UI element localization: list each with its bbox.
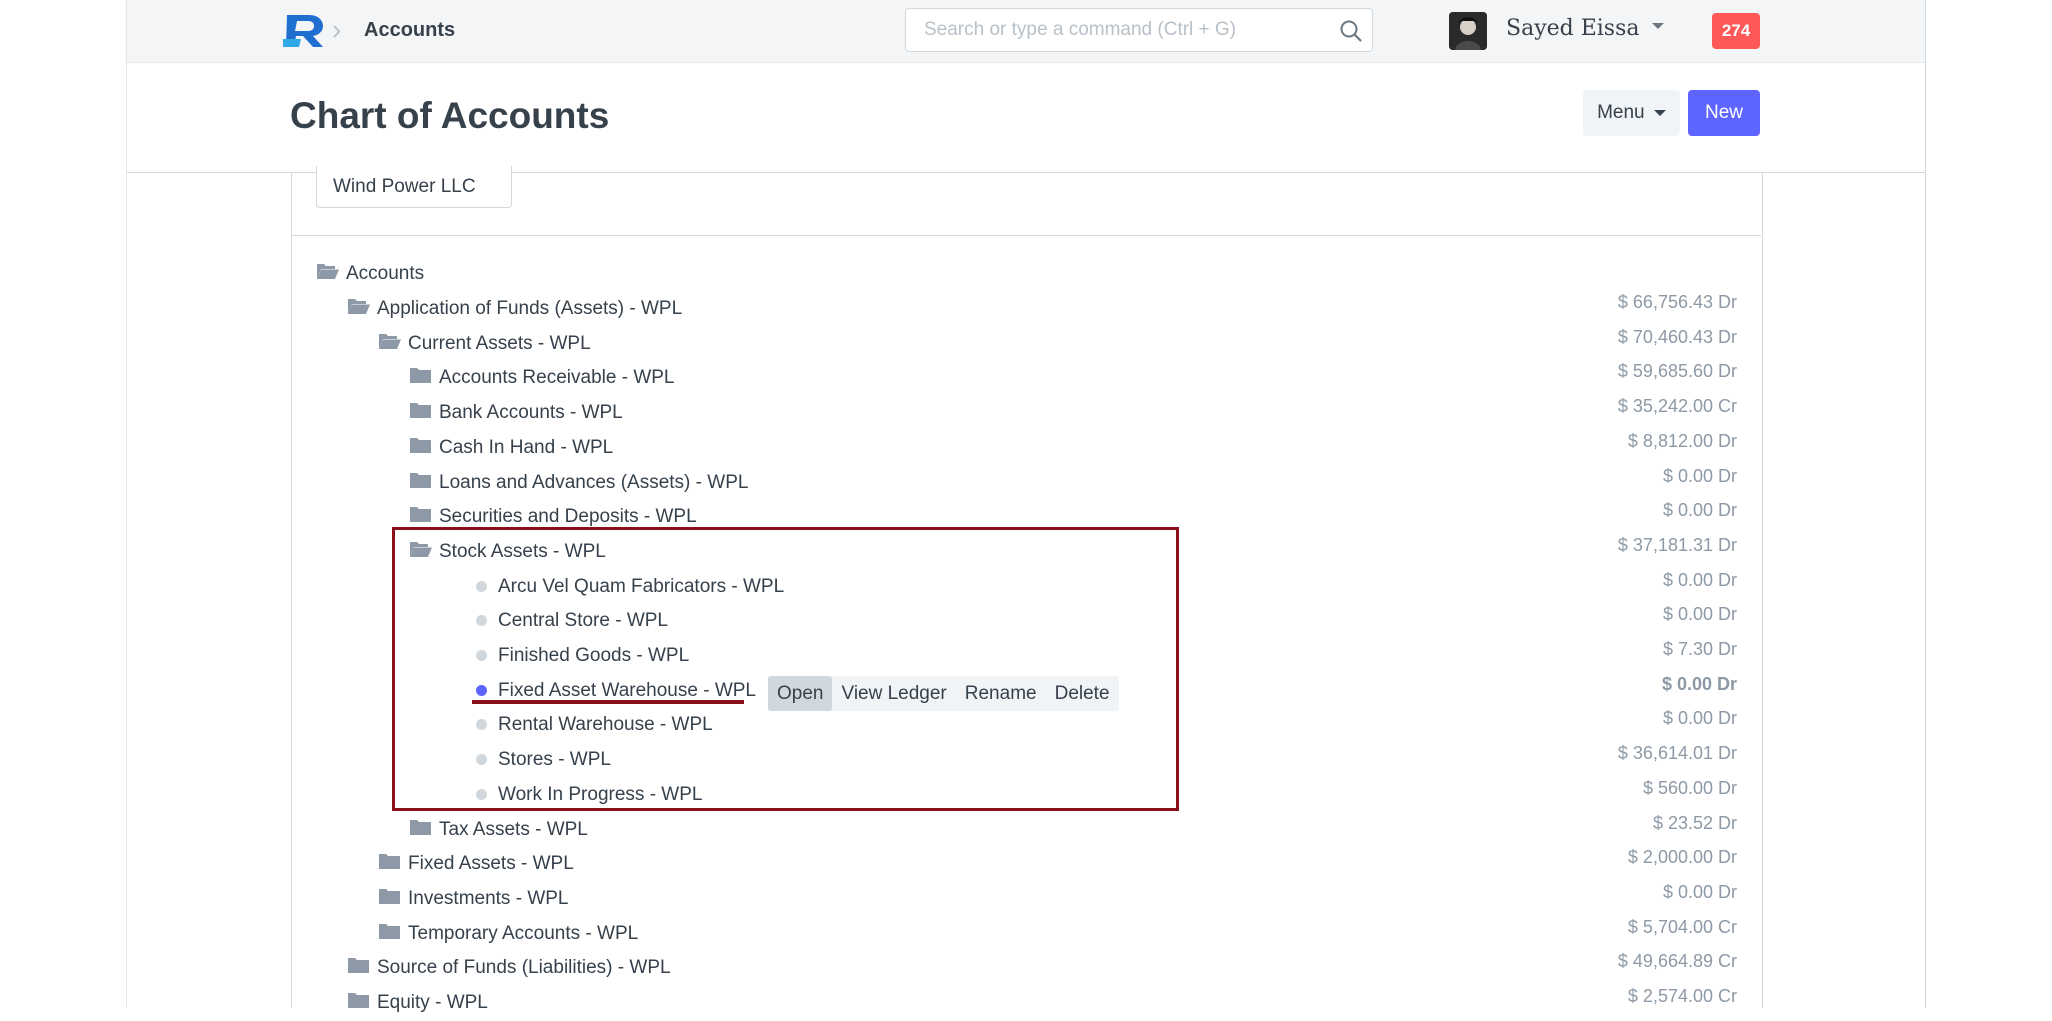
folder-open-icon	[317, 264, 339, 279]
node-balance: $ 23.52 Dr	[1652, 812, 1737, 833]
node-balance: $ 0.00 Dr	[1661, 673, 1737, 694]
node-balance: $ 0.00 Dr	[1662, 465, 1737, 486]
tree-root-label: Accounts	[346, 263, 425, 284]
node-label: Investments - WPL	[408, 887, 569, 909]
account-tree: Accounts Application of Funds (Assets) -…	[0, 0, 2052, 1013]
node-label: Cash In Hand - WPL	[439, 436, 614, 458]
frame-edge	[1925, 0, 1926, 1008]
folder-icon	[410, 507, 431, 523]
node-balance: $ 70,460.43 Dr	[1617, 326, 1737, 347]
folder-icon	[348, 958, 369, 974]
node-label: Securities and Deposits - WPL	[439, 506, 697, 528]
node-label: Source of Funds (Liabilities) - WPL	[377, 957, 671, 979]
node-label: Temporary Accounts - WPL	[408, 922, 639, 944]
node-balance: $ 0.00 Dr	[1662, 500, 1737, 521]
node-label: Accounts Receivable - WPL	[439, 367, 675, 389]
node-balance: $ 2,000.00 Dr	[1627, 847, 1737, 868]
node-balance: $ 37,181.31 Dr	[1617, 534, 1737, 555]
node-label: Fixed Assets - WPL	[408, 853, 574, 875]
node-balance: $ 59,685.60 Dr	[1617, 361, 1737, 382]
node-balance: $ 66,756.43 Dr	[1617, 292, 1737, 312]
node-label: Application of Funds (Assets) - WPL	[377, 298, 683, 319]
frame-edge	[126, 0, 127, 1008]
node-balance: $ 560.00 Dr	[1642, 777, 1737, 798]
node-balance: $ 2,574.00 Cr	[1627, 986, 1737, 1006]
folder-icon	[379, 854, 400, 870]
node-balance: $ 0.00 Dr	[1662, 569, 1737, 590]
node-label: Bank Accounts - WPL	[439, 402, 623, 424]
node-balance: $ 7.30 Dr	[1662, 639, 1737, 659]
node-balance: $ 0.00 Dr	[1662, 604, 1737, 625]
node-label: Current Assets - WPL	[408, 332, 591, 354]
node-balance: $ 0.00 Dr	[1662, 708, 1737, 729]
folder-icon	[410, 437, 431, 453]
folder-icon	[410, 368, 431, 384]
folder-icon	[410, 472, 431, 488]
folder-icon	[379, 923, 400, 939]
node-label: Equity - WPL	[377, 992, 488, 1013]
folder-icon	[379, 888, 400, 904]
node-balance: $ 0.00 Dr	[1662, 881, 1737, 902]
node-balance: $ 49,664.89 Cr	[1617, 951, 1737, 972]
annotation-highlight-box	[392, 527, 1179, 811]
node-balance: $ 8,812.00 Dr	[1627, 430, 1737, 451]
annotation-underline	[472, 700, 744, 704]
folder-open-icon	[379, 333, 401, 349]
folder-open-icon	[348, 299, 370, 314]
node-balance: $ 35,242.00 Cr	[1617, 396, 1737, 417]
node-balance: $ 5,704.00 Cr	[1627, 916, 1737, 937]
node-label: Tax Assets - WPL	[439, 818, 588, 840]
node-label: Loans and Advances (Assets) - WPL	[439, 471, 749, 493]
folder-icon	[410, 403, 431, 419]
node-balance: $ 36,614.01 Dr	[1617, 743, 1737, 764]
folder-icon	[410, 819, 431, 835]
